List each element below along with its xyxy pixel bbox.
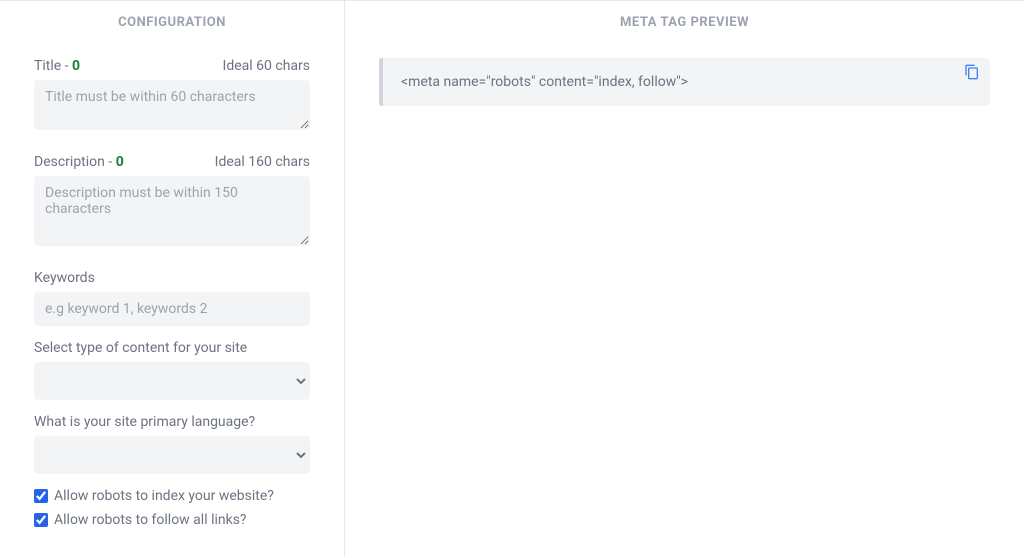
meta-preview-block: <meta name="robots" content="index, foll… (379, 58, 990, 106)
description-field-block: Description - 0 Ideal 160 chars (34, 154, 310, 250)
description-label-text: Description - (34, 154, 112, 170)
robots-follow-checkbox[interactable] (34, 513, 48, 527)
robots-index-row: Allow robots to index your website? (34, 488, 310, 504)
keywords-label: Keywords (34, 270, 310, 286)
meta-preview-code: <meta name="robots" content="index, foll… (401, 74, 972, 90)
keywords-field-block: Keywords (34, 270, 310, 326)
language-field-block: What is your site primary language? (34, 414, 310, 474)
title-hint: Ideal 60 chars (223, 58, 310, 74)
language-label: What is your site primary language? (34, 414, 310, 430)
robots-follow-row: Allow robots to follow all links? (34, 512, 310, 528)
content-type-field-block: Select type of content for your site (34, 340, 310, 400)
keywords-input[interactable] (34, 292, 310, 326)
robots-index-checkbox[interactable] (34, 489, 48, 503)
app-container: CONFIGURATION Title - 0 Ideal 60 chars D… (0, 0, 1024, 556)
preview-panel: META TAG PREVIEW <meta name="robots" con… (345, 1, 1024, 556)
title-char-count: 0 (72, 58, 80, 74)
description-char-count: 0 (116, 154, 124, 170)
title-label: Title - 0 (34, 58, 80, 74)
description-input[interactable] (34, 176, 310, 246)
description-label: Description - 0 (34, 154, 124, 170)
description-hint: Ideal 160 chars (215, 154, 310, 170)
preview-header: META TAG PREVIEW (379, 15, 990, 30)
copy-icon[interactable] (964, 64, 980, 80)
configuration-header: CONFIGURATION (34, 15, 310, 30)
robots-index-label: Allow robots to index your website? (54, 488, 274, 504)
title-field-block: Title - 0 Ideal 60 chars (34, 58, 310, 134)
content-type-select[interactable] (34, 362, 310, 400)
content-type-label: Select type of content for your site (34, 340, 310, 356)
title-input[interactable] (34, 80, 310, 130)
description-label-row: Description - 0 Ideal 160 chars (34, 154, 310, 170)
configuration-panel: CONFIGURATION Title - 0 Ideal 60 chars D… (0, 1, 345, 556)
language-select[interactable] (34, 436, 310, 474)
title-label-row: Title - 0 Ideal 60 chars (34, 58, 310, 74)
robots-follow-label: Allow robots to follow all links? (54, 512, 247, 528)
title-label-text: Title - (34, 58, 69, 74)
